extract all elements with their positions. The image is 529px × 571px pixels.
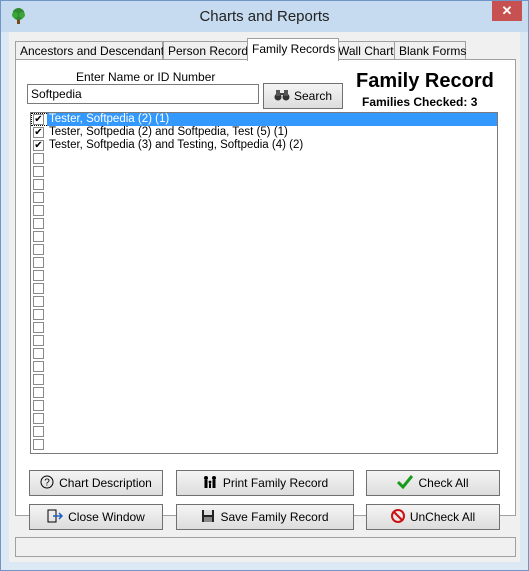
tab-wall-chart[interactable]: Wall Chart <box>333 41 396 60</box>
list-item[interactable] <box>31 165 497 178</box>
list-item[interactable] <box>31 230 497 243</box>
name-input-label: Enter Name or ID Number <box>76 70 216 84</box>
check-all-button[interactable]: Check All <box>366 470 500 496</box>
uncheck-all-button[interactable]: UnCheck All <box>366 504 500 530</box>
close-window-action-button[interactable]: Close Window <box>29 504 163 530</box>
list-item[interactable] <box>31 438 497 451</box>
row-checkbox[interactable]: ✔ <box>33 140 44 151</box>
print-family-record-label: Print Family Record <box>222 476 329 490</box>
list-item[interactable] <box>31 321 497 334</box>
save-family-record-label: Save Family Record <box>220 510 329 524</box>
close-icon: ✕ <box>501 3 513 18</box>
list-item[interactable]: ✔ Tester, Softpedia (3) and Testing, Soft… <box>31 139 497 152</box>
search-button[interactable]: Search <box>263 83 343 109</box>
row-checkbox[interactable] <box>33 439 44 450</box>
list-item[interactable] <box>31 295 497 308</box>
name-id-input[interactable] <box>27 84 259 104</box>
svg-text:?: ? <box>44 478 50 489</box>
list-item[interactable] <box>31 204 497 217</box>
save-family-record-button[interactable]: Save Family Record <box>176 504 354 530</box>
families-checked-count: Families Checked: 3 <box>362 95 478 109</box>
row-checkbox[interactable] <box>33 218 44 229</box>
list-item[interactable] <box>31 360 497 373</box>
list-item[interactable] <box>31 191 497 204</box>
family-icon <box>202 475 218 491</box>
main-window: Charts and Reports ✕ Ancestors and Desce… <box>0 0 529 571</box>
list-item[interactable] <box>31 373 497 386</box>
row-checkbox[interactable] <box>33 283 44 294</box>
chart-description-button[interactable]: ? Chart Description <box>29 470 163 496</box>
exit-door-icon <box>47 509 64 525</box>
no-entry-icon <box>390 509 405 525</box>
list-item-label: Tester, Softpedia (2) and Softpedia, Tes… <box>49 126 288 138</box>
row-checkbox[interactable] <box>33 244 44 255</box>
row-checkbox[interactable] <box>33 231 44 242</box>
binoculars-icon <box>274 89 290 104</box>
list-item[interactable] <box>31 282 497 295</box>
tab-blank-forms[interactable]: Blank Forms <box>394 41 466 60</box>
uncheck-all-label: UnCheck All <box>409 510 476 524</box>
row-checkbox[interactable] <box>33 179 44 190</box>
list-item-label: Tester, Softpedia (3) and Testing, Softp… <box>49 139 304 151</box>
search-button-label: Search <box>293 89 333 103</box>
row-checkbox[interactable] <box>33 335 44 346</box>
row-checkbox[interactable] <box>33 413 44 424</box>
list-item[interactable] <box>31 269 497 282</box>
family-list[interactable]: ✔ Tester, Softpedia (2) (1) ✔ Tester, Softp… <box>30 112 498 454</box>
list-item[interactable] <box>31 152 497 165</box>
list-item[interactable]: ✔ Tester, Softpedia (2) (1) <box>31 113 497 126</box>
list-item[interactable] <box>31 308 497 321</box>
tab-family-records[interactable]: Family Records <box>247 38 339 61</box>
tab-person-record[interactable]: Person Record <box>163 41 253 60</box>
row-checkbox[interactable] <box>33 322 44 333</box>
list-item[interactable] <box>31 412 497 425</box>
row-checkbox[interactable] <box>33 257 44 268</box>
close-window-label: Close Window <box>68 510 145 524</box>
row-checkbox[interactable] <box>33 426 44 437</box>
list-item[interactable] <box>31 334 497 347</box>
floppy-disk-icon <box>201 509 215 525</box>
status-bar <box>15 537 516 557</box>
row-checkbox[interactable] <box>33 348 44 359</box>
list-item[interactable] <box>31 425 497 438</box>
list-item[interactable] <box>31 347 497 360</box>
row-checkbox[interactable] <box>33 361 44 372</box>
row-checkbox[interactable] <box>33 166 44 177</box>
chart-description-label: Chart Description <box>59 476 152 490</box>
family-records-panel: Enter Name or ID Number Search Family Re… <box>15 59 516 516</box>
list-item[interactable] <box>31 178 497 191</box>
green-check-icon <box>397 475 414 491</box>
tab-ancestors-and-descendants[interactable]: Ancestors and Descendants <box>15 41 170 60</box>
row-checkbox[interactable]: ✔ <box>33 114 44 125</box>
client-area: Ancestors and Descendants Person Record … <box>9 32 520 562</box>
row-checkbox[interactable]: ✔ <box>33 127 44 138</box>
print-family-record-button[interactable]: Print Family Record <box>176 470 354 496</box>
list-item[interactable]: ✔ Tester, Softpedia (2) and Softpedia, Te… <box>31 126 497 139</box>
window-title: Charts and Reports <box>199 8 330 25</box>
check-all-label: Check All <box>418 476 469 490</box>
row-checkbox[interactable] <box>33 205 44 216</box>
row-checkbox[interactable] <box>33 270 44 281</box>
row-checkbox[interactable] <box>33 192 44 203</box>
question-icon: ? <box>40 475 54 491</box>
row-checkbox[interactable] <box>33 374 44 385</box>
list-item[interactable] <box>31 386 497 399</box>
family-record-title: Family Record <box>356 70 494 92</box>
title-bar[interactable]: Charts and Reports ✕ <box>1 1 528 32</box>
list-item[interactable] <box>31 243 497 256</box>
close-window-button[interactable]: ✕ <box>492 1 522 21</box>
list-item[interactable] <box>31 256 497 269</box>
list-item-label: Tester, Softpedia (2) (1) <box>47 113 497 126</box>
row-checkbox[interactable] <box>33 387 44 398</box>
list-item[interactable] <box>31 217 497 230</box>
row-checkbox[interactable] <box>33 296 44 307</box>
row-checkbox[interactable] <box>33 309 44 320</box>
list-item[interactable] <box>31 399 497 412</box>
row-checkbox[interactable] <box>33 400 44 411</box>
row-checkbox[interactable] <box>33 153 44 164</box>
